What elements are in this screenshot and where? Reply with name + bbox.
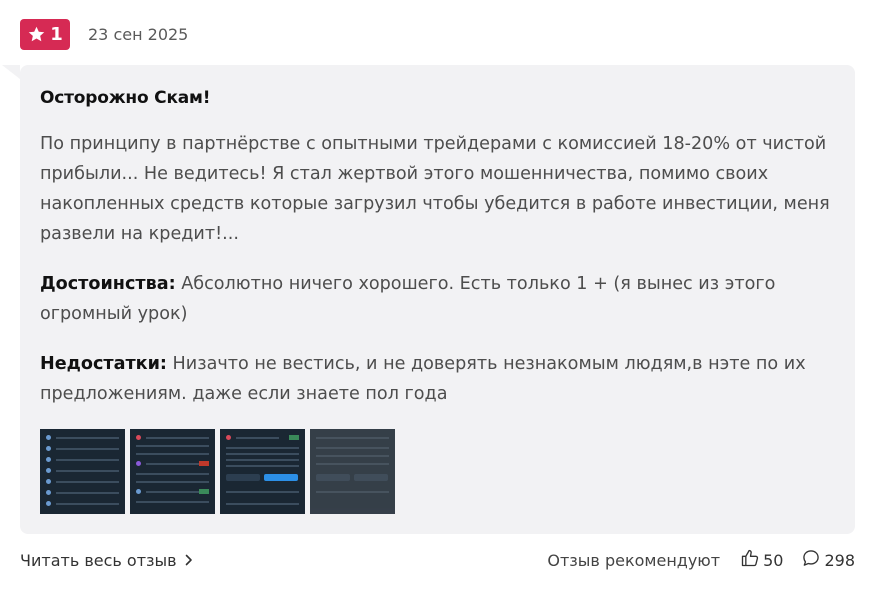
cons-label: Недостатки: xyxy=(40,354,167,374)
photo-thumbnail[interactable] xyxy=(130,429,215,514)
like-button[interactable]: 50 xyxy=(740,548,783,572)
review-body: По принципу в партнёрстве с опытными тре… xyxy=(40,134,830,244)
review-header: 1 23 сен 2025 xyxy=(20,19,188,50)
chevron-right-icon xyxy=(185,551,193,570)
review-pros: Достоинства: Абсолютно ничего хорошего. … xyxy=(40,269,830,329)
thumbs-up-icon xyxy=(740,548,760,572)
review-cons: Недостатки: Низачто не вестись, и не дов… xyxy=(40,349,830,409)
comments-button[interactable]: 298 xyxy=(801,548,855,572)
review-footer: Читать весь отзыв Отзыв рекомендуют 50 2… xyxy=(20,548,855,572)
review-photos xyxy=(40,429,395,514)
review-card: Осторожно Скам! По принципу в партнёрств… xyxy=(20,65,855,534)
read-more-label: Читать весь отзыв xyxy=(20,550,177,570)
rating-value: 1 xyxy=(50,24,63,45)
review-title: Осторожно Скам! xyxy=(40,88,211,108)
comment-icon xyxy=(801,548,821,572)
star-icon xyxy=(27,25,46,44)
read-full-review-link[interactable]: Читать весь отзыв xyxy=(20,551,193,570)
rating-badge: 1 xyxy=(20,19,70,50)
photo-thumbnail[interactable] xyxy=(220,429,305,514)
photo-thumbnail[interactable] xyxy=(310,429,395,514)
card-tail xyxy=(2,65,20,79)
likes-count: 50 xyxy=(763,550,784,570)
photo-thumbnail[interactable] xyxy=(40,429,125,514)
pros-label: Достоинства: xyxy=(40,274,176,294)
comments-count: 298 xyxy=(824,550,855,570)
review-date: 23 сен 2025 xyxy=(88,25,189,44)
recommend-label: Отзыв рекомендуют xyxy=(547,550,721,570)
